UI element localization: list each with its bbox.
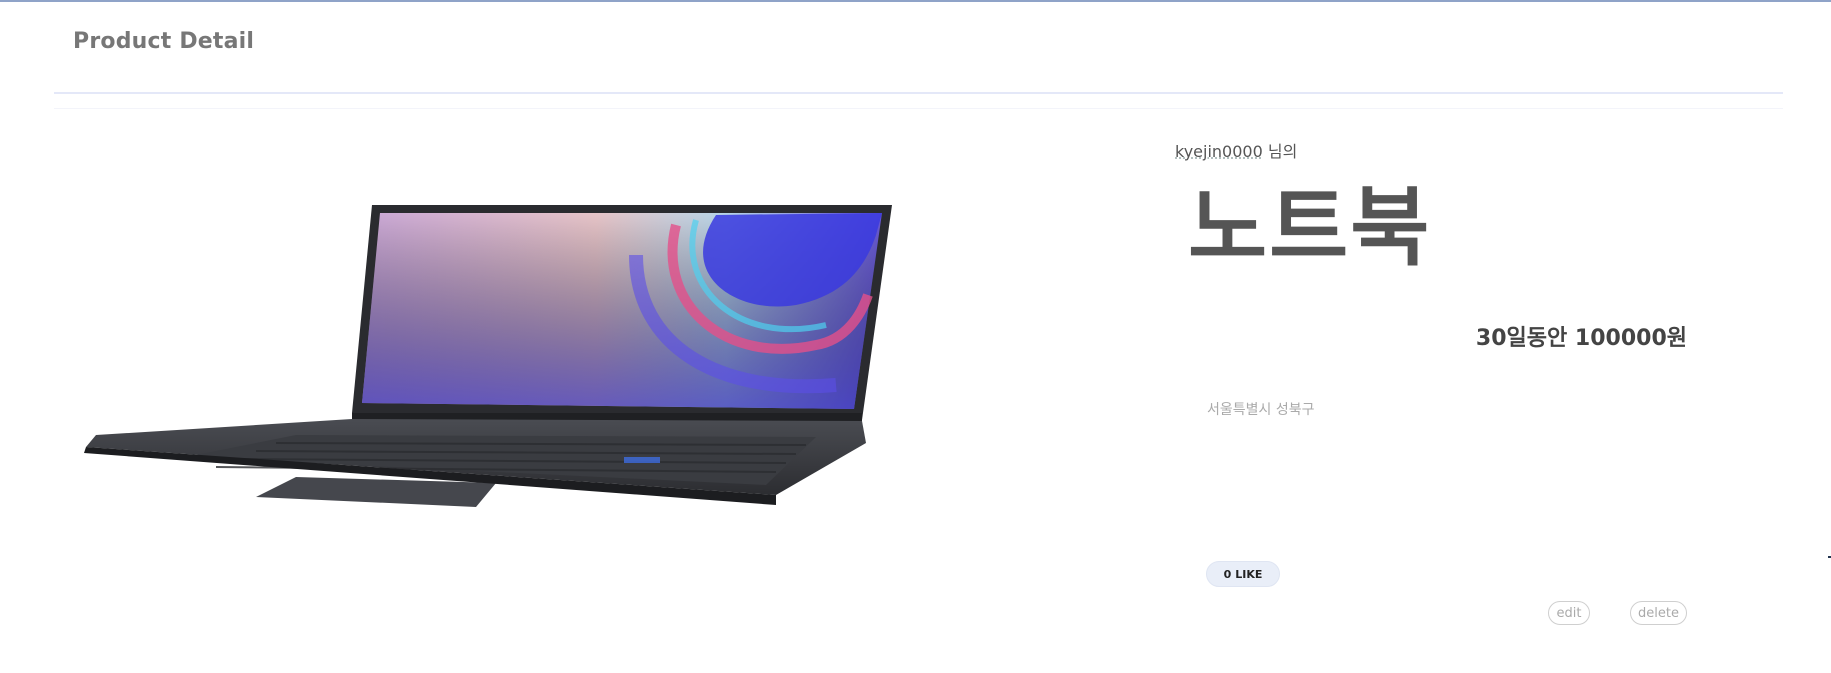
owner-line: kyejin0000 님의	[1175, 138, 1297, 162]
delete-button[interactable]: delete	[1630, 601, 1687, 625]
like-count: 0	[1223, 567, 1232, 581]
product-name: 노트북	[1188, 178, 1432, 278]
owner-name-link[interactable]: kyejin0000	[1175, 142, 1263, 161]
owner-suffix: 님의	[1267, 142, 1298, 161]
like-label: LIKE	[1235, 567, 1263, 581]
page-title: Product Detail	[73, 29, 255, 54]
product-image-laptop	[84, 205, 892, 507]
header-divider-secondary	[54, 108, 1783, 109]
edit-button[interactable]: edit	[1548, 601, 1590, 625]
like-button[interactable]: 0 LIKE	[1206, 561, 1280, 587]
product-location: 서울특별시 성북구	[1207, 402, 1315, 418]
header-divider	[54, 92, 1783, 94]
top-accent-bar	[0, 0, 1831, 2]
product-price: 30일동안 100000원	[1475, 326, 1687, 351]
